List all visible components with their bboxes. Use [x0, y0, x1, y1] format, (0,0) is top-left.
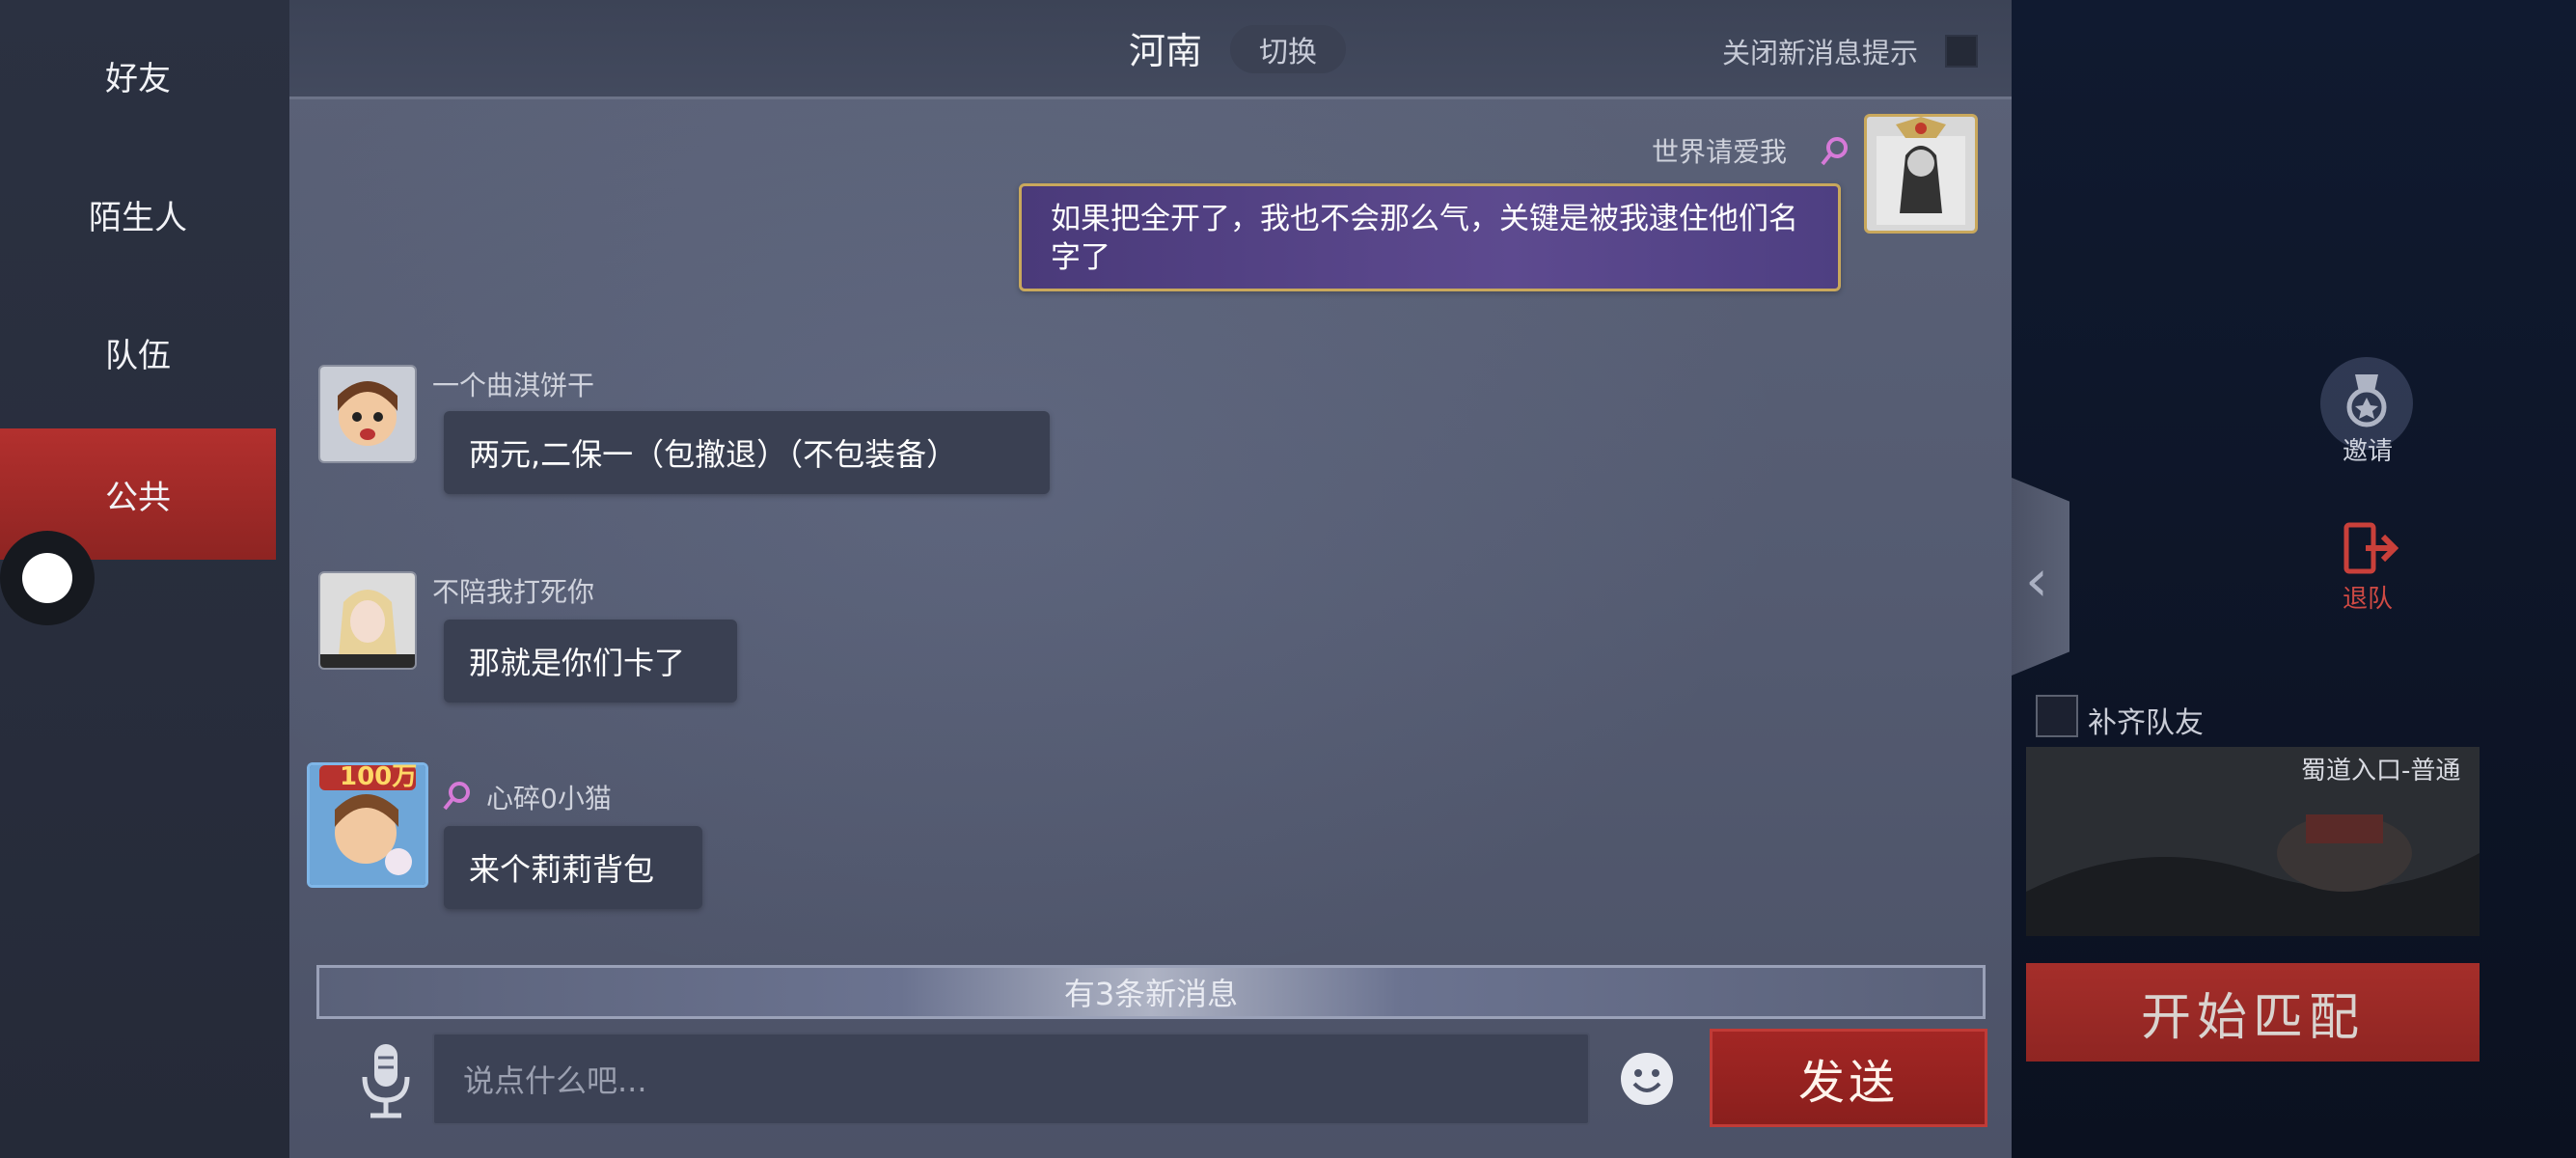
message-sender: 不陪我打死你 [432, 576, 595, 608]
invite-label: 邀请 [2343, 437, 2394, 466]
collapse-chat-tab[interactable]: ‹ [2012, 478, 2069, 676]
message-sender: 心碎0小猫 [486, 783, 612, 814]
message-bubble: 来个莉莉背包 [444, 826, 702, 909]
emoji-icon[interactable] [1619, 1051, 1675, 1107]
nav-item-friends[interactable]: 好友 [0, 10, 276, 141]
message-sender: 世界请爱我 [1652, 136, 1788, 168]
nav-item-team[interactable]: 队伍 [0, 287, 276, 418]
notify-toggle-checkbox[interactable] [1945, 35, 1978, 68]
chat-panel: 河南 切换 关闭新消息提示 世界请爱我 如果把全开了，我也不会那么气，关键是被我… [289, 0, 2012, 1158]
refill-team-checkbox[interactable] [2036, 695, 2078, 737]
message-bubble: 那就是你们卡了 [444, 620, 737, 703]
leave-team-icon[interactable] [2343, 521, 2398, 575]
message-bubble: 两元,二保一（包撤退）（不包装备） [444, 411, 1050, 494]
avatar[interactable] [318, 571, 417, 670]
female-gender-icon [1821, 137, 1848, 166]
message-sender: 一个曲淇饼干 [432, 370, 595, 401]
avatar-badge: 100万 [340, 762, 418, 791]
notify-toggle-label: 关闭新消息提示 [1722, 37, 1919, 69]
chevron-left-icon: ‹ [2025, 547, 2048, 615]
microphone-icon[interactable] [357, 1040, 415, 1119]
map-name-label: 蜀道入口-普通 [2301, 757, 2461, 786]
female-gender-icon [443, 782, 470, 811]
floating-assist-button[interactable] [0, 531, 95, 625]
floating-dot-icon [22, 553, 72, 603]
send-button[interactable]: 发送 [1710, 1029, 1987, 1127]
region-name: 河南 [1129, 30, 1203, 72]
switch-region-button[interactable]: 切换 [1230, 25, 1346, 73]
avatar[interactable] [1864, 114, 1978, 234]
message-bubble-own: 如果把全开了，我也不会那么气，关键是被我逮住他们名字了 [1019, 183, 1841, 291]
leave-team-label: 退队 [2343, 585, 2394, 614]
start-match-button[interactable]: 开始匹配 [2026, 963, 2480, 1062]
new-messages-bar[interactable]: 有3条新消息 [316, 965, 1986, 1019]
nav-item-strangers[interactable]: 陌生人 [0, 149, 276, 280]
chat-header: 河南 切换 关闭新消息提示 [289, 0, 2012, 99]
avatar[interactable] [318, 365, 417, 463]
refill-team-label: 补齐队友 [2088, 706, 2204, 740]
chat-input[interactable]: 说点什么吧... [432, 1033, 1590, 1125]
